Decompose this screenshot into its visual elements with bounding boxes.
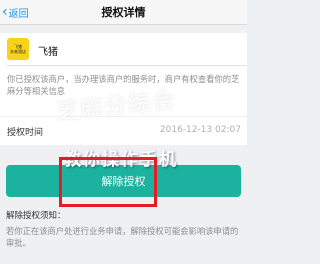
merchant-logo: 飞猪 未来酒店: [7, 38, 29, 60]
page-title: 授权详情: [101, 6, 146, 19]
merchant-name: 飞猪: [38, 47, 58, 58]
highlight-box: [59, 157, 157, 207]
nav-bar: ‹ 返回 授权详情: [0, 0, 247, 25]
notes-title: 解除授权须知：: [6, 211, 66, 221]
notes-text: 若你正在该商户处进行业务申请，解除授权可能会影响该申请的审批。: [6, 226, 239, 248]
logo-text-2: 未来酒店: [10, 49, 26, 54]
divider: [7, 65, 247, 66]
auth-time-row: 授权时间 2016-12-13 02:07: [0, 117, 247, 145]
auth-time-label: 授权时间: [7, 128, 44, 138]
auth-time-value: 2016-12-13 02:07: [159, 125, 241, 135]
